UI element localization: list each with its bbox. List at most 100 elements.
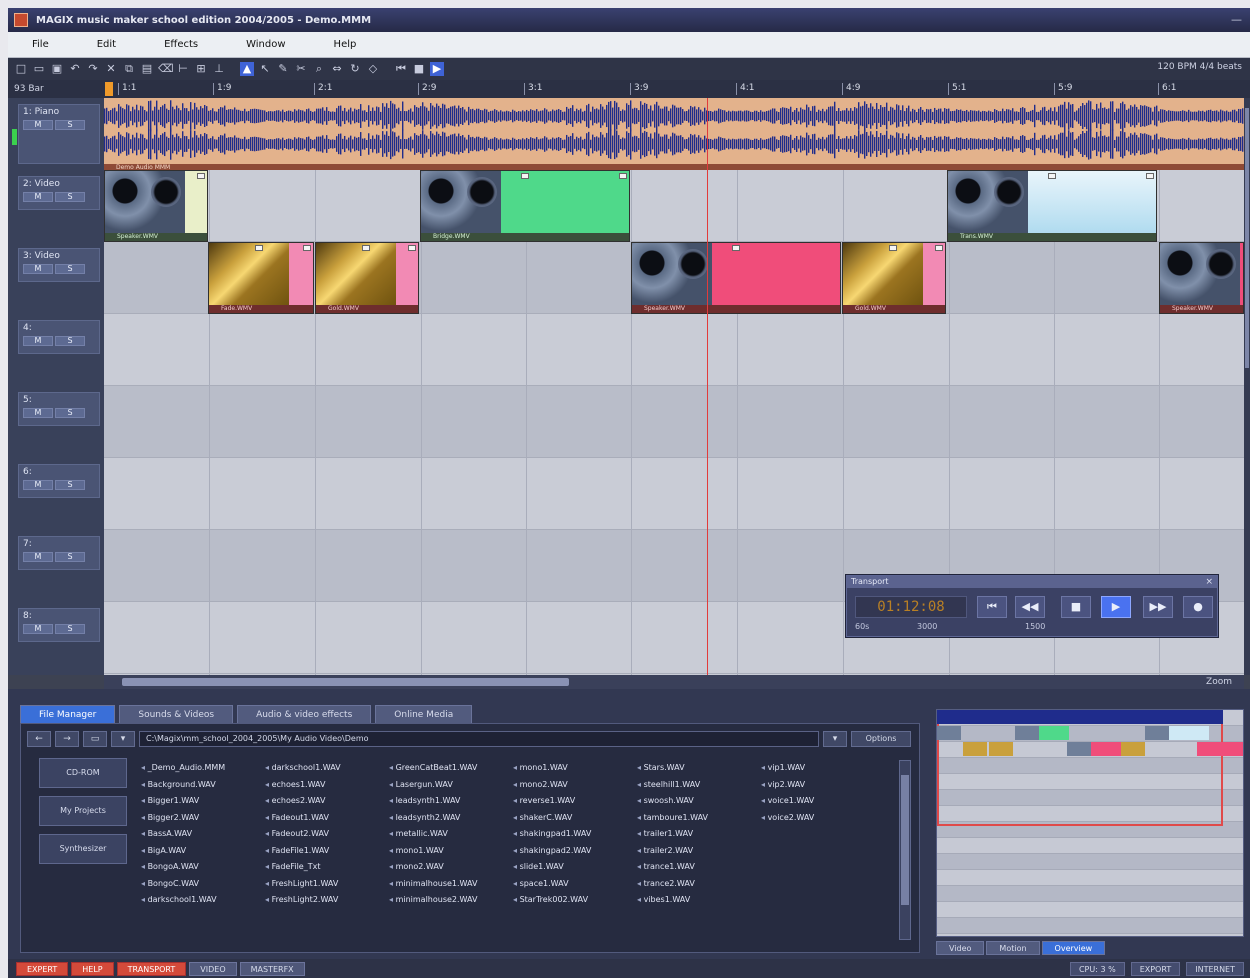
cut-icon[interactable]: ✕: [104, 62, 118, 76]
file-item[interactable]: metallic.WAV: [389, 826, 513, 843]
file-item[interactable]: Fadeout2.WAV: [265, 826, 389, 843]
file-item[interactable]: reverse1.WAV: [513, 793, 637, 810]
file-item[interactable]: mono1.WAV: [513, 760, 637, 777]
track-header-6[interactable]: 6: MS: [18, 464, 100, 498]
overview-clip[interactable]: [1091, 742, 1121, 756]
clip-handle[interactable]: [1146, 173, 1154, 179]
delete-icon[interactable]: ⌫: [158, 62, 174, 76]
redo-icon[interactable]: ↷: [86, 62, 100, 76]
file-item[interactable]: BassA.WAV: [141, 826, 265, 843]
record-icon[interactable]: ●: [1183, 596, 1213, 618]
file-item[interactable]: GreenCatBeat1.WAV: [389, 760, 513, 777]
tab-overview[interactable]: Overview: [1041, 941, 1106, 955]
scissors-icon[interactable]: ✂: [294, 62, 308, 76]
stop-icon[interactable]: ■: [1061, 596, 1091, 618]
file-item[interactable]: shakingpad2.WAV: [513, 843, 637, 860]
folder-up-icon[interactable]: ▭: [83, 731, 107, 747]
file-item[interactable]: space1.WAV: [513, 876, 637, 893]
track-lane[interactable]: [104, 458, 1244, 530]
mute-button[interactable]: M: [23, 336, 53, 346]
options-button[interactable]: Options: [851, 731, 911, 747]
file-item[interactable]: FreshLight1.WAV: [265, 876, 389, 893]
file-item[interactable]: minimalhouse2.WAV: [389, 892, 513, 909]
marker-icon[interactable]: ◇: [366, 62, 380, 76]
video-clip[interactable]: Speaker.WMV: [104, 170, 208, 242]
forward-icon[interactable]: →: [55, 731, 79, 747]
solo-button[interactable]: S: [55, 192, 85, 202]
close-icon[interactable]: ×: [1205, 576, 1213, 588]
tab-video[interactable]: Video: [936, 941, 985, 955]
mute-button[interactable]: M: [23, 192, 53, 202]
file-item[interactable]: voice1.WAV: [761, 793, 885, 810]
clip-handle[interactable]: [521, 173, 529, 179]
horizontal-scrollbar[interactable]: Zoom: [104, 675, 1244, 689]
file-item[interactable]: FadeFile1.WAV: [265, 843, 389, 860]
file-item[interactable]: Background.WAV: [141, 777, 265, 794]
mute-button[interactable]: M: [23, 624, 53, 634]
file-item[interactable]: voice2.WAV: [761, 810, 885, 827]
file-item[interactable]: StarTrek002.WAV: [513, 892, 637, 909]
track-header-8[interactable]: 8: MS: [18, 608, 100, 642]
file-item[interactable]: mono1.WAV: [389, 843, 513, 860]
pencil-icon[interactable]: ✎: [276, 62, 290, 76]
tab-online-media[interactable]: Online Media: [375, 705, 473, 723]
draw-icon[interactable]: ↖: [258, 62, 272, 76]
overview-clip[interactable]: [937, 726, 961, 740]
video-button[interactable]: VIDEO: [189, 961, 237, 976]
file-item[interactable]: vip1.WAV: [761, 760, 885, 777]
tab-motion[interactable]: Motion: [986, 941, 1040, 955]
goto-start-icon[interactable]: ⏮: [394, 62, 408, 76]
overview-clip[interactable]: [1067, 742, 1091, 756]
paste-icon[interactable]: ▤: [140, 62, 154, 76]
menu-file[interactable]: File: [8, 39, 73, 50]
playhead[interactable]: [707, 98, 708, 675]
mute-button[interactable]: M: [23, 120, 53, 130]
chevron-down-icon[interactable]: ▾: [823, 731, 847, 747]
copy-icon[interactable]: ⧉: [122, 62, 136, 76]
file-item[interactable]: minimalhouse1.WAV: [389, 876, 513, 893]
overview-clip[interactable]: [963, 742, 987, 756]
arranger-overview[interactable]: [936, 709, 1244, 937]
new-icon[interactable]: □: [14, 62, 28, 76]
vertical-scrollbar[interactable]: [1244, 98, 1250, 675]
clip-handle[interactable]: [732, 245, 740, 251]
file-item[interactable]: BongoA.WAV: [141, 859, 265, 876]
track-header-1[interactable]: 1: Piano MS: [12, 104, 100, 164]
group-icon[interactable]: ⊞: [194, 62, 208, 76]
clip-handle[interactable]: [197, 173, 205, 179]
scroll-thumb[interactable]: [122, 678, 569, 686]
help-button[interactable]: HELP: [71, 961, 114, 976]
file-item[interactable]: Lasergun.WAV: [389, 777, 513, 794]
solo-button[interactable]: S: [55, 480, 85, 490]
rewind-icon[interactable]: ⏮: [977, 596, 1007, 618]
file-item[interactable]: _Demo_Audio.MMM: [141, 760, 265, 777]
video-clip[interactable]: Bridge.WMV: [420, 170, 630, 242]
solo-button[interactable]: S: [55, 408, 85, 418]
stretch-icon[interactable]: ⇔: [330, 62, 344, 76]
file-item[interactable]: darkschool1.WAV: [141, 892, 265, 909]
file-item[interactable]: mono2.WAV: [389, 859, 513, 876]
overview-clip[interactable]: [1015, 726, 1039, 740]
overview-clip[interactable]: [989, 742, 1013, 756]
tab-sounds-videos[interactable]: Sounds & Videos: [119, 705, 234, 723]
file-item[interactable]: tamboure1.WAV: [637, 810, 761, 827]
solo-button[interactable]: S: [55, 552, 85, 562]
clip-handle[interactable]: [303, 245, 311, 251]
file-item[interactable]: trailer1.WAV: [637, 826, 761, 843]
my-projects-button[interactable]: My Projects: [39, 796, 127, 826]
overview-clip[interactable]: [1169, 726, 1209, 740]
audio-clip[interactable]: Demo Audio MMM: [104, 98, 1244, 171]
solo-button[interactable]: S: [55, 120, 85, 130]
mute-button[interactable]: M: [23, 408, 53, 418]
overview-clip[interactable]: [1145, 726, 1169, 740]
transport-title[interactable]: Transport: [847, 576, 1217, 588]
synthesizer-button[interactable]: Synthesizer: [39, 834, 127, 864]
forward-icon[interactable]: ▶▶: [1143, 596, 1173, 618]
file-item[interactable]: FreshLight2.WAV: [265, 892, 389, 909]
play-icon[interactable]: ▶: [1101, 596, 1131, 618]
file-item[interactable]: Stars.WAV: [637, 760, 761, 777]
title-bar[interactable]: MAGIX music maker school edition 2004/20…: [8, 8, 1250, 32]
scroll-thumb[interactable]: [901, 775, 909, 905]
open-icon[interactable]: ▭: [32, 62, 46, 76]
track-header-7[interactable]: 7: MS: [18, 536, 100, 570]
